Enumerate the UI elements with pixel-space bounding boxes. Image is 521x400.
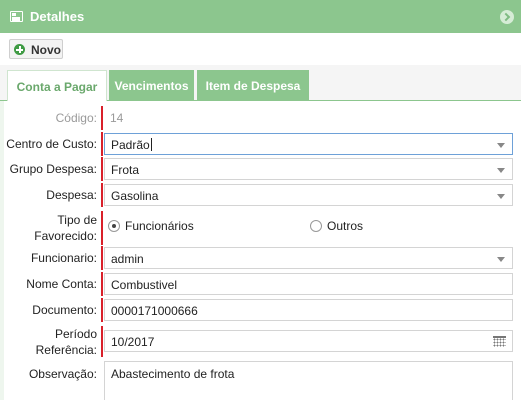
nome-conta-input[interactable]: Combustivel [104, 273, 513, 295]
periodo-referencia-value: 10/2017 [111, 335, 155, 349]
despesa-select[interactable]: Gasolina [104, 184, 513, 206]
centro-custo-value: Padrão [111, 138, 150, 152]
despesa-value: Gasolina [111, 189, 159, 203]
required-marker [101, 246, 103, 270]
centro-custo-label: Centro de Custo: [6, 137, 97, 151]
grupo-despesa-label: Grupo Despesa: [9, 162, 97, 176]
left-gutter [0, 101, 4, 400]
codigo-label: Código: [55, 111, 97, 125]
panel-title: Detalhes [30, 9, 85, 24]
documento-label: Documento: [32, 303, 97, 317]
nome-conta-label: Nome Conta: [26, 277, 97, 291]
window-icon [10, 11, 23, 22]
observacao-label: Observação: [28, 367, 97, 381]
despesa-label: Despesa: [46, 188, 97, 202]
tipo-favorecido-label-line1: Tipo de [57, 213, 97, 227]
tab-item-de-despesa[interactable]: Item de Despesa [197, 70, 309, 101]
required-marker [101, 211, 103, 245]
plus-icon [14, 44, 25, 55]
periodo-referencia-input[interactable]: 10/2017 [104, 330, 513, 352]
grupo-despesa-value: Frota [111, 163, 140, 177]
periodo-referencia-label-line2: Referência: [35, 343, 97, 357]
radio-funcionarios-label: Funcionários [125, 219, 194, 233]
radio-checked-icon[interactable] [108, 220, 120, 232]
codigo-value: 14 [110, 111, 124, 125]
required-marker [101, 272, 103, 296]
funcionario-select[interactable]: admin [104, 247, 513, 269]
observacao-value: Abastecimento de frota [111, 367, 235, 381]
required-marker [101, 157, 103, 181]
collapse-icon[interactable] [500, 10, 514, 24]
dropdown-caret-icon[interactable] [497, 257, 505, 262]
dropdown-caret-icon[interactable] [497, 194, 505, 199]
required-marker [101, 132, 103, 156]
nome-conta-value: Combustivel [111, 278, 178, 292]
new-button[interactable]: Novo [9, 39, 63, 59]
tab-bar: Conta a Pagar Vencimentos Item de Despes… [0, 65, 521, 101]
tipo-favorecido-label-line2: Favorecido: [34, 229, 97, 243]
radio-outros-label: Outros [327, 219, 364, 233]
required-marker [101, 326, 103, 357]
documento-value: 0000171000666 [111, 304, 198, 318]
funcionario-value: admin [111, 252, 144, 266]
documento-input[interactable]: 0000171000666 [104, 299, 513, 321]
tab-conta-a-pagar[interactable]: Conta a Pagar [7, 70, 107, 101]
dropdown-caret-icon[interactable] [497, 143, 505, 148]
radio-unchecked-icon[interactable] [310, 220, 322, 232]
tab-vencimentos[interactable]: Vencimentos [109, 70, 194, 101]
required-marker [101, 298, 103, 322]
required-marker [101, 106, 103, 130]
calendar-icon[interactable] [493, 336, 506, 347]
observacao-textarea[interactable]: Abastecimento de frota [104, 361, 513, 400]
centro-custo-select[interactable]: Padrão [104, 133, 513, 155]
funcionario-label: Funcionario: [30, 251, 97, 265]
grupo-despesa-select[interactable]: Frota [104, 158, 513, 180]
new-button-label: Novo [31, 43, 61, 57]
periodo-referencia-label-line1: Período [54, 327, 97, 341]
codigo-field: 14 [104, 107, 513, 129]
dropdown-caret-icon[interactable] [497, 168, 505, 173]
panel-header: Detalhes [0, 0, 521, 33]
required-marker [101, 183, 103, 207]
